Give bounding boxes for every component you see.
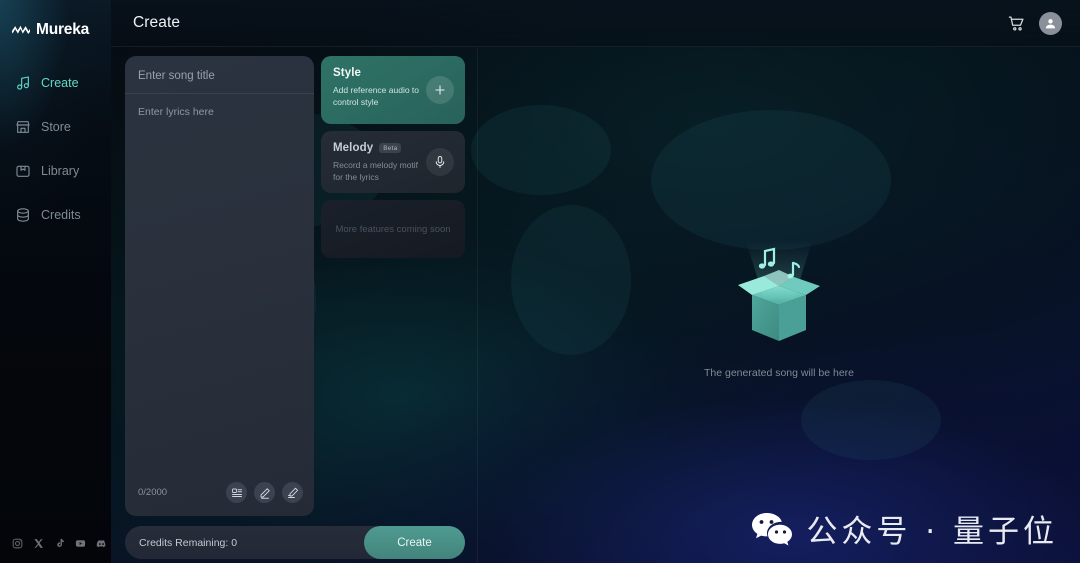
edit-lyrics-button[interactable]	[282, 482, 303, 503]
lyrics-template-button[interactable]	[226, 482, 247, 503]
style-card[interactable]: Style Add reference audio to control sty…	[321, 56, 465, 124]
main-area: Create Enter song title Enter lyrics her…	[111, 0, 1080, 563]
library-icon	[16, 165, 30, 177]
tiktok-icon[interactable]	[54, 538, 65, 549]
lyrics-footer: 0/2000	[125, 482, 314, 516]
header-actions	[1008, 11, 1062, 35]
add-reference-audio-button[interactable]	[426, 76, 454, 104]
sidebar-item-label-create: Create	[41, 75, 79, 90]
sidebar: Mureka Create Store Library Credits	[0, 0, 111, 563]
melody-card-subtitle: Record a melody motif for the lyrics	[333, 160, 419, 183]
app-root: Mureka Create Store Library Credits Crea…	[0, 0, 1080, 563]
page-title: Create	[133, 14, 181, 31]
lyrics-panel: Enter song title Enter lyrics here 0/200…	[125, 56, 314, 516]
empty-state-illustration	[694, 231, 864, 351]
plus-icon	[435, 85, 445, 95]
coming-soon-label: More features coming soon	[335, 223, 451, 235]
social-links	[0, 538, 111, 563]
music-note-icon	[17, 75, 29, 90]
style-card-subtitle: Add reference audio to control style	[333, 85, 420, 108]
coming-soon-card: More features coming soon	[321, 200, 465, 258]
sidebar-item-label-store: Store	[41, 119, 71, 134]
content-body: Enter song title Enter lyrics here 0/200…	[111, 47, 1080, 563]
record-melody-button[interactable]	[426, 148, 454, 176]
editor-column: Enter song title Enter lyrics here 0/200…	[111, 47, 477, 563]
result-column: The generated song will be here	[477, 47, 1080, 563]
write-lyrics-button[interactable]	[254, 482, 275, 503]
sidebar-item-store[interactable]: Store	[0, 108, 111, 145]
store-icon	[16, 120, 30, 133]
pencil-lines-icon	[287, 487, 298, 498]
x-twitter-icon[interactable]	[33, 538, 44, 549]
style-card-title: Style	[333, 67, 361, 79]
sidebar-nav: Create Store Library Credits	[0, 64, 111, 240]
sidebar-item-label-library: Library	[41, 163, 80, 178]
create-button[interactable]: Create	[364, 526, 465, 559]
pencil-icon	[260, 487, 270, 499]
top-header: Create	[111, 0, 1080, 47]
lyrics-input[interactable]: Enter lyrics here	[125, 94, 314, 482]
shopping-cart-icon[interactable]	[1008, 15, 1025, 32]
discord-icon[interactable]	[96, 538, 107, 549]
waveform-logo-icon	[11, 25, 31, 34]
database-icon	[17, 207, 29, 222]
melody-card-title: Melody	[333, 142, 374, 154]
status-badge: Beta	[379, 143, 402, 153]
melody-card[interactable]: Melody Beta Record a melody motif for th…	[321, 131, 465, 193]
char-counter: 0/2000	[138, 487, 168, 498]
youtube-icon[interactable]	[75, 538, 86, 549]
sidebar-item-create[interactable]: Create	[0, 64, 111, 101]
brand-name: Mureka	[36, 20, 90, 38]
create-bar: Credits Remaining: 0 Create	[125, 526, 465, 559]
credits-remaining-label: Credits Remaining: 0	[139, 536, 238, 549]
microphone-icon	[435, 155, 445, 169]
editor-top-row: Enter song title Enter lyrics here 0/200…	[125, 56, 470, 516]
song-title-input[interactable]: Enter song title	[125, 56, 314, 94]
open-box-with-music-notes-icon	[738, 241, 820, 341]
instagram-icon[interactable]	[12, 538, 23, 549]
user-avatar-icon	[1045, 18, 1056, 28]
empty-state-caption: The generated song will be here	[703, 367, 854, 379]
sidebar-item-credits[interactable]: Credits	[0, 196, 111, 233]
sidebar-item-library[interactable]: Library	[0, 152, 111, 189]
brand-logo[interactable]: Mureka	[0, 0, 111, 46]
lyrics-list-icon	[231, 488, 242, 497]
feature-cards: Style Add reference audio to control sty…	[321, 56, 465, 516]
sidebar-item-label-credits: Credits	[41, 207, 81, 222]
avatar[interactable]	[1039, 11, 1062, 35]
